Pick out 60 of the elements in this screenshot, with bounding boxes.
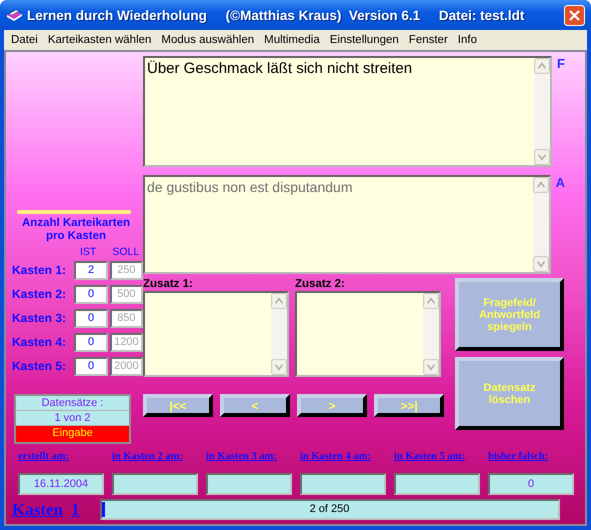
scrollbar[interactable] bbox=[532, 177, 549, 272]
window-title: Lernen durch Wiederholung (©Matthias Kraus) Version 6.1 Datei: test.ldt bbox=[27, 8, 526, 22]
record-position: 1 von 2 bbox=[16, 411, 129, 425]
scrollbar[interactable] bbox=[534, 58, 550, 165]
scrollbar[interactable] bbox=[423, 293, 439, 375]
actual-count-field: 0 bbox=[74, 284, 108, 304]
scroll-up-button[interactable] bbox=[534, 58, 550, 74]
column-heading: IST bbox=[80, 246, 96, 258]
target-count-field: 850 bbox=[110, 308, 144, 328]
progress-text: 2 of 250 bbox=[308, 502, 350, 517]
box-label: Kasten 3: bbox=[12, 311, 68, 325]
date-field: 0 bbox=[488, 473, 574, 495]
scroll-down-button[interactable] bbox=[423, 359, 439, 375]
scroll-down-button[interactable] bbox=[534, 149, 550, 165]
column-heading: SOLL bbox=[112, 246, 140, 258]
target-count-field: 500 bbox=[110, 284, 144, 304]
date-label: in Kasten 4 am: bbox=[300, 451, 372, 464]
date-label: bisher falsch: bbox=[488, 451, 550, 464]
answer-field[interactable]: de gustibus non est disputandum bbox=[143, 175, 551, 274]
actual-count-field: 0 bbox=[74, 332, 108, 352]
date-label: in Kasten 5 am: bbox=[394, 451, 466, 464]
menu-item[interactable]: Karteikasten wählen bbox=[42, 34, 156, 46]
menu-item[interactable]: Info bbox=[452, 34, 482, 46]
scroll-down-button[interactable] bbox=[532, 256, 549, 272]
menu-item[interactable]: Einstellungen bbox=[324, 34, 404, 46]
scroll-up-button[interactable] bbox=[271, 293, 287, 309]
target-count-field: 2000 bbox=[110, 356, 144, 376]
extra-field[interactable] bbox=[295, 291, 441, 377]
extra-label: Zusatz 1: bbox=[143, 278, 194, 291]
target-count-field: 250 bbox=[110, 260, 144, 280]
date-label: in Kasten 2 am: bbox=[112, 451, 184, 464]
box-label: Kasten 5: bbox=[12, 359, 68, 373]
menu-item[interactable]: Multimedia bbox=[259, 34, 325, 46]
menu-item[interactable]: Datei bbox=[6, 34, 43, 46]
scroll-up-button[interactable] bbox=[423, 293, 439, 309]
records-label: Datensätze : bbox=[16, 396, 129, 410]
extra-label: Zusatz 2: bbox=[295, 278, 346, 291]
question-marker: F bbox=[557, 56, 565, 73]
menu-item[interactable]: Fenster bbox=[404, 34, 453, 46]
date-field: 16.11.2004 bbox=[18, 473, 104, 495]
date-label: in Kasten 3 am: bbox=[206, 451, 278, 464]
answer-marker: A bbox=[556, 175, 565, 192]
box-label: Kasten 2: bbox=[12, 287, 68, 301]
close-icon[interactable] bbox=[564, 4, 585, 26]
scroll-down-button[interactable] bbox=[271, 359, 287, 375]
box-label: Kasten 1: bbox=[12, 263, 68, 277]
menu-item[interactable]: Modus auswählen bbox=[156, 34, 260, 46]
mode-indicator: Eingabe bbox=[16, 426, 129, 442]
actual-count-field: 0 bbox=[74, 356, 108, 376]
extra-field[interactable] bbox=[143, 291, 289, 377]
scroll-up-button[interactable] bbox=[532, 177, 549, 193]
question-field[interactable]: Über Geschmack läßt sich nicht streiten bbox=[143, 56, 552, 167]
actual-count-field: 2 bbox=[74, 260, 108, 280]
scrollbar[interactable] bbox=[271, 293, 287, 375]
panel-heading: Anzahl Karteikarten pro Kasten bbox=[20, 217, 131, 243]
box-label: Kasten 4: bbox=[12, 335, 68, 349]
target-count-field: 1200 bbox=[110, 332, 144, 352]
date-label: erstellt am: bbox=[18, 451, 70, 464]
actual-count-field: 0 bbox=[74, 308, 108, 328]
app-icon bbox=[6, 8, 23, 22]
